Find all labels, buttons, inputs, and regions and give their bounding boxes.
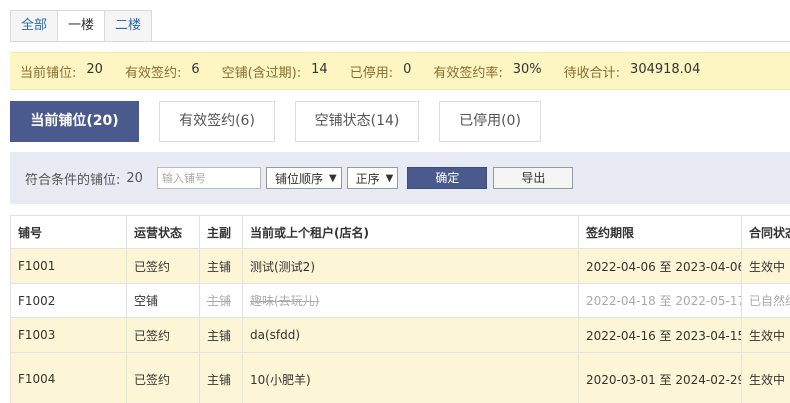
stat-label: 已停用:: [349, 65, 394, 81]
confirm-button[interactable]: 确定: [407, 167, 488, 189]
tab-disabled[interactable]: 已停用(0): [439, 101, 541, 142]
tab-floor-1[interactable]: 一楼: [57, 10, 106, 42]
unit-type: 主铺: [199, 352, 243, 403]
chevron-down-icon: ▼: [328, 172, 337, 184]
stat-label: 待收合计:: [563, 65, 621, 81]
column-header: 铺号: [10, 215, 127, 249]
stat-value: 6: [191, 61, 200, 77]
stat-label: 当前铺位:: [20, 65, 77, 81]
column-header: 主副: [199, 215, 243, 249]
contract-status: 已自然终止: [741, 283, 790, 318]
tab-divider: [10, 41, 790, 42]
column-header: 合同状态: [741, 215, 790, 249]
units-table: 铺号 运营状态 主副 当前或上个租户(店名) 签约期限 合同状态 F1001 已…: [10, 215, 790, 403]
table-row[interactable]: F1004 已签约 主铺 10(小肥羊) 2020-03-01 至 2024-0…: [10, 352, 790, 403]
chevron-down-icon: ▼: [385, 172, 394, 184]
stat-label: 有效签约:: [124, 65, 182, 81]
contract-status: 生效中: [741, 248, 790, 284]
contract-period: 2022-04-16 至 2023-04-15: [578, 317, 742, 353]
unit-number: F1003: [10, 317, 127, 353]
stat-value: 304918.04: [630, 61, 701, 77]
contract-period: 2022-04-18 至 2022-05-17: [578, 283, 742, 318]
table-row[interactable]: F1001 已签约 主铺 测试(测试2) 2022-04-06 至 2023-0…: [10, 248, 790, 284]
stat-label: 空铺(含过期):: [221, 65, 302, 81]
tab-floor-2[interactable]: 二楼: [104, 10, 153, 42]
stat-value: 30%: [512, 61, 542, 77]
contract-status: 生效中: [741, 352, 790, 403]
tab-current-units[interactable]: 当前铺位(20): [10, 101, 139, 142]
table-row[interactable]: F1002 空铺 主铺 趣味(去玩儿) 2022-04-18 至 2022-05…: [10, 283, 790, 318]
operation-status: 已签约: [126, 352, 200, 403]
column-header: 当前或上个租户(店名): [242, 215, 579, 249]
tab-vacant-status[interactable]: 空铺状态(14): [295, 101, 419, 142]
column-header: 运营状态: [126, 215, 200, 249]
match-count-value: 20: [126, 170, 143, 186]
contract-period: 2020-03-01 至 2024-02-29: [578, 352, 742, 403]
stat-receivable-total: 待收合计: 304918.04: [564, 62, 701, 81]
stat-label: 有效签约率:: [433, 65, 503, 81]
column-header: 签约期限: [578, 215, 742, 249]
stat-value: 0: [403, 61, 412, 77]
stat-value: 14: [311, 61, 328, 77]
tab-all-floors[interactable]: 全部: [10, 10, 59, 42]
floor-tabs: 全部 一楼 二楼: [10, 10, 153, 42]
stat-vacant-units: 空铺(含过期): 14: [222, 62, 328, 81]
match-count-label: 符合条件的铺位:: [25, 172, 121, 188]
contract-period: 2022-04-06 至 2023-04-06: [578, 248, 742, 284]
tenant-name: da(sfdd): [242, 317, 579, 353]
operation-status: 空铺: [126, 283, 200, 318]
stat-contract-rate: 有效签约率: 30%: [433, 62, 541, 81]
unit-type: 主铺: [199, 283, 243, 318]
stats-bar: 当前铺位: 20 有效签约: 6 空铺(含过期): 14 已停用: 0 有效签约率: 30…: [10, 52, 790, 90]
tab-valid-contracts[interactable]: 有效签约(6): [159, 101, 275, 142]
unit-number: F1004: [10, 352, 127, 403]
sort-direction-value: 正序: [355, 171, 380, 186]
sort-order-value: 铺位顺序: [274, 171, 323, 186]
unit-type: 主铺: [199, 248, 243, 284]
tenant-name: 10(小肥羊): [242, 352, 579, 403]
contract-status: 生效中: [741, 317, 790, 353]
stat-value: 20: [86, 61, 103, 77]
unit-number: F1001: [10, 248, 127, 284]
stat-valid-contracts: 有效签约: 6: [125, 62, 200, 81]
unit-type: 主铺: [199, 317, 243, 353]
stat-disabled-units: 已停用: 0: [350, 62, 412, 81]
sort-order-select[interactable]: 铺位顺序 ▼: [265, 167, 342, 189]
unit-number: F1002: [10, 283, 127, 318]
stat-current-units: 当前铺位: 20: [20, 62, 103, 81]
operation-status: 已签约: [126, 317, 200, 353]
status-tabs: 当前铺位(20) 有效签约(6) 空铺状态(14) 已停用(0): [10, 101, 561, 142]
filter-bar: 符合条件的铺位: 20 铺位顺序 ▼ 正序 ▼ 确定 导出: [10, 152, 790, 204]
export-button[interactable]: 导出: [493, 167, 574, 189]
table-row[interactable]: F1003 已签约 主铺 da(sfdd) 2022-04-16 至 2023-…: [10, 317, 790, 353]
sort-direction-select[interactable]: 正序 ▼: [346, 167, 399, 189]
operation-status: 已签约: [126, 248, 200, 284]
table-header-row: 铺号 运营状态 主副 当前或上个租户(店名) 签约期限 合同状态: [10, 215, 790, 249]
tenant-name: 趣味(去玩儿): [242, 283, 579, 318]
unit-number-input[interactable]: [156, 167, 261, 189]
tenant-name: 测试(测试2): [242, 248, 579, 284]
